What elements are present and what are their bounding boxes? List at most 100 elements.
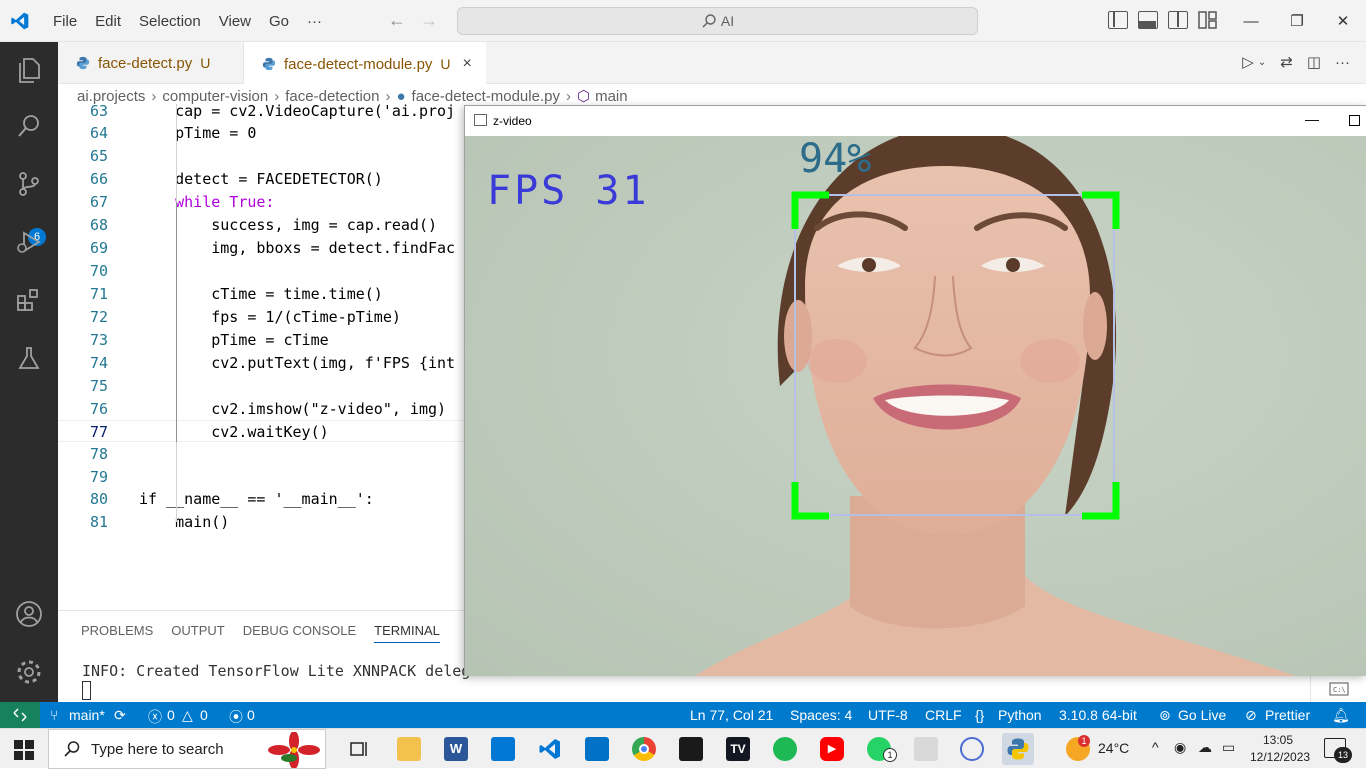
close-tab-icon[interactable]: × <box>463 55 472 73</box>
python-interpreter[interactable]: 3.10.8 64-bit <box>1059 707 1137 723</box>
minimize-icon[interactable]: — <box>1228 0 1274 42</box>
video-window-titlebar[interactable]: z-video — <box>465 106 1366 136</box>
menu-selection[interactable]: Selection <box>130 13 210 30</box>
sync-icon[interactable]: ⟳ <box>114 707 126 724</box>
menu-file[interactable]: File <box>44 13 86 30</box>
task-view-icon[interactable] <box>347 737 371 761</box>
clock[interactable]: 13:05 12/12/2023 <box>1250 732 1310 766</box>
editor-tabs: face-detect.py U face-detect-module.py U… <box>58 42 1366 84</box>
manage-gear-icon[interactable] <box>13 656 45 688</box>
toggle-panel-icon[interactable] <box>1138 11 1158 29</box>
onedrive-cloud-icon[interactable]: ☁ <box>1198 739 1212 756</box>
toggle-primary-sidebar-icon[interactable] <box>1108 11 1128 29</box>
tab-debug-console[interactable]: DEBUG CONSOLE <box>243 623 356 643</box>
python-taskbar-icon[interactable] <box>1002 733 1034 765</box>
vscode-taskbar-icon[interactable] <box>538 737 562 761</box>
line-ending[interactable]: CRLF <box>925 707 962 723</box>
compare-changes-icon[interactable]: ⇄ <box>1280 53 1293 71</box>
search-icon[interactable] <box>13 110 45 142</box>
webcam-icon[interactable]: ◉ <box>1174 739 1186 756</box>
menu-view[interactable]: View <box>210 13 260 30</box>
tab-terminal[interactable]: TERMINAL <box>374 623 440 643</box>
racing-app-icon[interactable] <box>914 737 938 761</box>
network-icon[interactable]: ▭ <box>1222 739 1235 756</box>
warnings-count[interactable]: 0 <box>200 707 208 723</box>
terminal-instance-icon[interactable]: C:\ <box>1310 675 1366 703</box>
untracked-badge: U <box>440 56 451 72</box>
chevron-up-icon[interactable]: ^ <box>1152 739 1159 755</box>
remote-indicator-icon[interactable] <box>0 702 40 728</box>
indentation[interactable]: Spaces: 4 <box>790 707 852 723</box>
tab-problems[interactable]: PROBLEMS <box>81 623 153 643</box>
source-control-icon[interactable] <box>13 168 45 200</box>
customize-layout-icon[interactable] <box>1198 11 1218 29</box>
chevron-down-icon[interactable]: ⌄ <box>1258 57 1266 68</box>
mail-icon[interactable] <box>585 737 609 761</box>
toggle-secondary-sidebar-icon[interactable] <box>1168 11 1188 29</box>
chrome-icon[interactable] <box>632 737 656 761</box>
more-actions-icon[interactable]: ··· <box>1335 54 1350 71</box>
go-live-button[interactable]: Go Live <box>1178 707 1226 723</box>
breadcrumb-item[interactable]: computer-vision <box>162 88 268 105</box>
branch-label[interactable]: main* <box>69 707 105 723</box>
menu-go[interactable]: Go <box>260 13 298 30</box>
run-debug-icon[interactable] <box>13 226 45 258</box>
breadcrumb-item[interactable]: face-detect-module.py <box>412 88 560 105</box>
close-icon[interactable]: ✕ <box>1320 0 1366 42</box>
youtube-icon[interactable]: ▶ <box>820 737 844 761</box>
activity-bar: 6 <box>0 42 58 702</box>
vscode-logo-icon <box>11 12 29 30</box>
code-line: 81 main() <box>89 513 230 531</box>
command-center[interactable]: AI <box>457 7 978 35</box>
video-window[interactable]: z-video — FPS 31 94% <box>464 105 1366 676</box>
testing-flask-icon[interactable] <box>13 342 45 374</box>
video-window-title: z-video <box>493 114 532 128</box>
file-explorer-icon[interactable] <box>397 737 421 761</box>
language-mode[interactable]: Python <box>998 707 1042 723</box>
restore-icon[interactable]: ❐ <box>1274 0 1320 42</box>
explorer-icon[interactable] <box>13 54 45 86</box>
extensions-icon[interactable] <box>13 284 45 316</box>
errors-count[interactable]: 0 <box>167 707 175 723</box>
encoding[interactable]: UTF-8 <box>868 707 908 723</box>
windows-taskbar: Type here to search W TV ▶ 1 1 24°C ^ ◉ … <box>0 728 1366 769</box>
notifications-bell-icon[interactable]: 🔔︎ <box>1332 707 1350 724</box>
accounts-icon[interactable] <box>13 598 45 630</box>
video-app-icon[interactable] <box>679 737 703 761</box>
code-line: 64 pTime = 0 <box>89 124 257 142</box>
poinsettia-highlight-icon <box>268 732 320 768</box>
search-placeholder: Type here to search <box>91 740 224 758</box>
window-app-icon <box>474 114 487 126</box>
menu-edit[interactable]: Edit <box>86 13 130 30</box>
ports-count[interactable]: 0 <box>247 707 255 723</box>
command-center-label: AI <box>720 13 735 29</box>
menu-more[interactable]: ··· <box>298 13 331 30</box>
word-icon[interactable]: W <box>444 737 468 761</box>
tab-output[interactable]: OUTPUT <box>171 623 224 643</box>
taskbar-search[interactable]: Type here to search <box>48 729 326 769</box>
breadcrumb-item[interactable]: main <box>595 88 628 105</box>
maximize-icon[interactable] <box>1349 115 1360 126</box>
editor-actions: ▷ ⌄ ⇄ ◫ ··· <box>1242 53 1350 72</box>
video-frame-image <box>465 136 1366 676</box>
dial-app-icon[interactable] <box>960 737 984 761</box>
weather-temperature[interactable]: 24°C <box>1098 740 1129 756</box>
windows-start-icon[interactable] <box>14 740 34 760</box>
breadcrumb-item[interactable]: ai.projects <box>77 88 145 105</box>
ports-icon: ⦿ <box>229 709 243 725</box>
tradingview-icon[interactable]: TV <box>726 737 750 761</box>
split-editor-icon[interactable]: ◫ <box>1307 53 1321 71</box>
code-editor[interactable]: 63 cap = cv2.VideoCapture('ai.proj 64 pT… <box>58 104 464 610</box>
cursor-position[interactable]: Ln 77, Col 21 <box>690 707 773 723</box>
run-python-icon[interactable]: ▷ <box>1242 53 1254 71</box>
back-arrow-icon[interactable]: ← <box>388 10 406 31</box>
prettier-button[interactable]: Prettier <box>1265 707 1310 723</box>
tab-face-detect[interactable]: face-detect.py U <box>58 42 244 84</box>
microsoft-store-icon[interactable] <box>491 737 515 761</box>
breadcrumb-item[interactable]: face-detection <box>285 88 379 105</box>
spotify-icon[interactable] <box>773 737 797 761</box>
minimize-icon[interactable]: — <box>1305 111 1319 127</box>
tab-face-detect-module[interactable]: face-detect-module.py U × <box>244 42 486 84</box>
untracked-badge: U <box>200 55 211 71</box>
forward-arrow-icon[interactable]: → <box>420 10 438 31</box>
